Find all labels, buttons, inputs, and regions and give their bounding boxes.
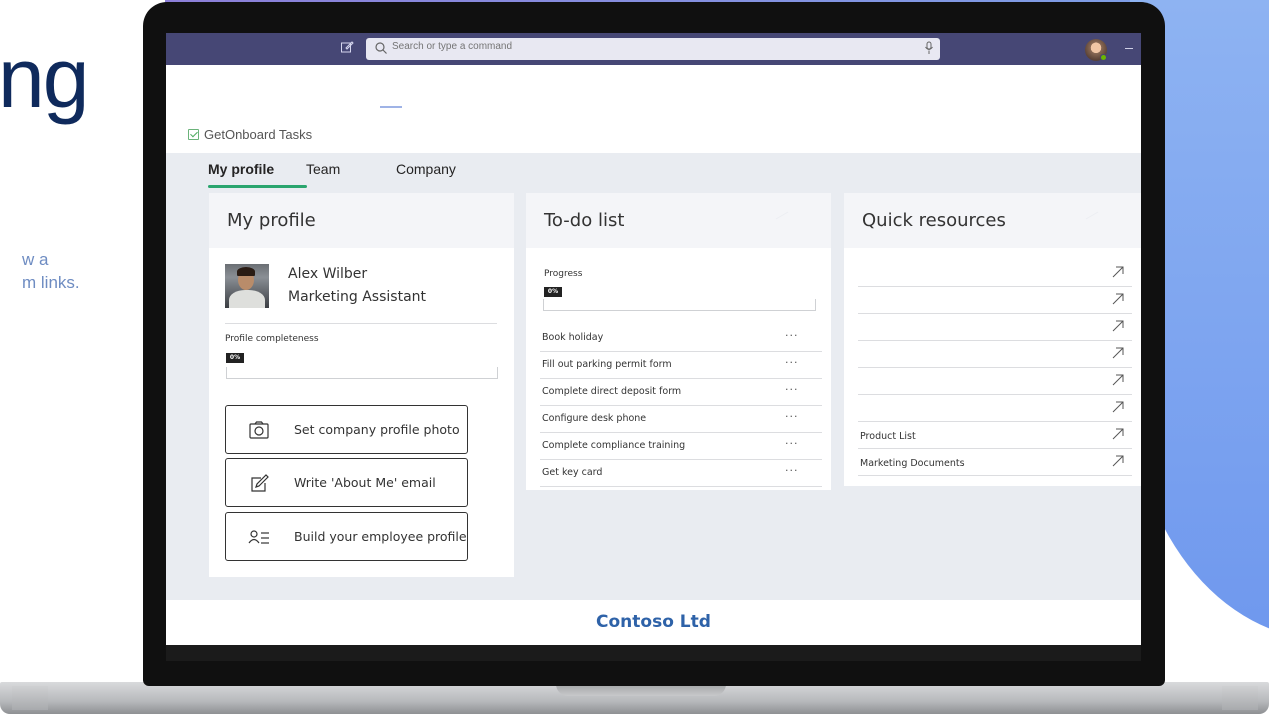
- quick-resources-card: Quick resources Product List Marketing D…: [844, 193, 1141, 486]
- progress-bar: [543, 299, 816, 311]
- resource-link[interactable]: [858, 260, 1132, 287]
- compose-icon[interactable]: [338, 40, 356, 58]
- mic-icon[interactable]: [924, 41, 934, 55]
- search-input[interactable]: [392, 41, 792, 52]
- minimize-icon[interactable]: [1125, 48, 1133, 49]
- profile-name: Alex Wilber: [288, 266, 368, 282]
- more-options-icon[interactable]: ···: [785, 437, 799, 450]
- card-title: Quick resources: [862, 210, 1006, 231]
- todo-item-label: Book holiday: [542, 332, 604, 343]
- open-link-icon: [1112, 293, 1124, 305]
- card-title: My profile: [227, 210, 316, 231]
- open-link-icon: [1112, 428, 1124, 440]
- card-header: My profile: [209, 193, 514, 248]
- todo-item[interactable]: Book holiday ···: [540, 325, 822, 352]
- page: ng w a m links. GetOnboard Tasks: [0, 0, 1269, 718]
- background-description: w a m links.: [22, 250, 80, 292]
- search-icon: [375, 42, 387, 54]
- background-heading: ng: [0, 31, 89, 125]
- resource-link[interactable]: [858, 341, 1132, 368]
- app-screen: GetOnboard Tasks My profile Team Company…: [166, 33, 1141, 645]
- todo-item-label: Configure desk phone: [542, 413, 647, 424]
- completeness-label: Profile completeness: [225, 334, 319, 344]
- search-box[interactable]: [366, 38, 940, 60]
- tab-company[interactable]: Company: [396, 161, 476, 185]
- open-link-icon: [1112, 401, 1124, 413]
- resource-link-product-list[interactable]: Product List: [858, 422, 1132, 449]
- card-decoration: [1085, 211, 1099, 220]
- resource-link[interactable]: [858, 395, 1132, 422]
- resource-link[interactable]: [858, 368, 1132, 395]
- more-options-icon[interactable]: ···: [785, 356, 799, 369]
- button-label: Set company profile photo: [294, 422, 460, 437]
- todo-item-label: Complete direct deposit form: [542, 386, 682, 397]
- open-link-icon: [1112, 455, 1124, 467]
- todo-item[interactable]: Fill out parking permit form ···: [540, 352, 822, 379]
- card-header: Quick resources: [844, 193, 1141, 248]
- resource-link[interactable]: [858, 287, 1132, 314]
- set-profile-photo-button[interactable]: Set company profile photo: [225, 405, 468, 454]
- app-title: GetOnboard Tasks: [188, 127, 312, 142]
- resource-link[interactable]: [858, 314, 1132, 341]
- todo-item-label: Get key card: [542, 467, 603, 478]
- resource-label: Marketing Documents: [860, 458, 965, 469]
- card-decoration: [775, 211, 789, 220]
- active-tab-indicator: [208, 185, 307, 188]
- button-label: Write 'About Me' email: [294, 475, 436, 490]
- tab-team[interactable]: Team: [306, 161, 396, 185]
- profile-photo: [225, 264, 269, 308]
- teams-top-bar: [166, 33, 1141, 65]
- company-name: Contoso Ltd: [596, 612, 711, 632]
- footer: Contoso Ltd: [166, 600, 1141, 645]
- tab-bar: My profile Team Company: [208, 161, 476, 185]
- open-link-icon: [1112, 320, 1124, 332]
- todo-card: To-do list Progress 0% Book holiday ··· F…: [526, 193, 831, 490]
- app-header: GetOnboard Tasks My profile Team Company: [166, 65, 1141, 188]
- todo-item[interactable]: Complete direct deposit form ···: [540, 379, 822, 406]
- resource-label: Product List: [860, 431, 916, 442]
- completeness-bar: [226, 367, 498, 379]
- todo-item-label: Fill out parking permit form: [542, 359, 672, 370]
- todo-list: Book holiday ··· Fill out parking permit …: [540, 325, 822, 487]
- header-accent: [380, 106, 402, 108]
- presence-status-icon: [1100, 54, 1107, 61]
- completeness-badge: 0%: [226, 353, 244, 363]
- laptop-chin: [166, 645, 1141, 661]
- open-link-icon: [1112, 347, 1124, 359]
- resource-link-marketing-documents[interactable]: Marketing Documents: [858, 449, 1132, 476]
- checkbox-icon: [188, 129, 199, 140]
- laptop-base-left: [12, 686, 48, 710]
- card-title: To-do list: [544, 210, 625, 231]
- camera-icon: [249, 421, 269, 439]
- write-about-me-button[interactable]: Write 'About Me' email: [225, 458, 468, 507]
- progress-label: Progress: [544, 269, 583, 279]
- progress-badge: 0%: [544, 287, 562, 297]
- card-header: To-do list: [526, 193, 831, 248]
- profile-card: My profile Alex Wilber Marketing Assista…: [209, 193, 514, 577]
- profile-role: Marketing Assistant: [288, 289, 427, 305]
- more-options-icon[interactable]: ···: [785, 383, 799, 396]
- tab-my-profile[interactable]: My profile: [208, 161, 306, 185]
- todo-item[interactable]: Complete compliance training ···: [540, 433, 822, 460]
- person-list-icon: [248, 530, 269, 544]
- todo-item[interactable]: Configure desk phone ···: [540, 406, 822, 433]
- todo-item[interactable]: Get key card ···: [540, 460, 822, 487]
- open-link-icon: [1112, 266, 1124, 278]
- more-options-icon[interactable]: ···: [785, 329, 799, 342]
- open-link-icon: [1112, 374, 1124, 386]
- resource-list: Product List Marketing Documents: [858, 260, 1132, 476]
- more-options-icon[interactable]: ···: [785, 410, 799, 423]
- app-title-text: GetOnboard Tasks: [204, 127, 313, 142]
- todo-item-label: Complete compliance training: [542, 440, 686, 451]
- more-options-icon[interactable]: ···: [785, 464, 799, 477]
- divider: [225, 323, 497, 324]
- button-label: Build your employee profile: [294, 529, 467, 544]
- build-employee-profile-button[interactable]: Build your employee profile: [225, 512, 468, 561]
- edit-icon: [251, 474, 269, 492]
- laptop-base-right: [1222, 686, 1258, 710]
